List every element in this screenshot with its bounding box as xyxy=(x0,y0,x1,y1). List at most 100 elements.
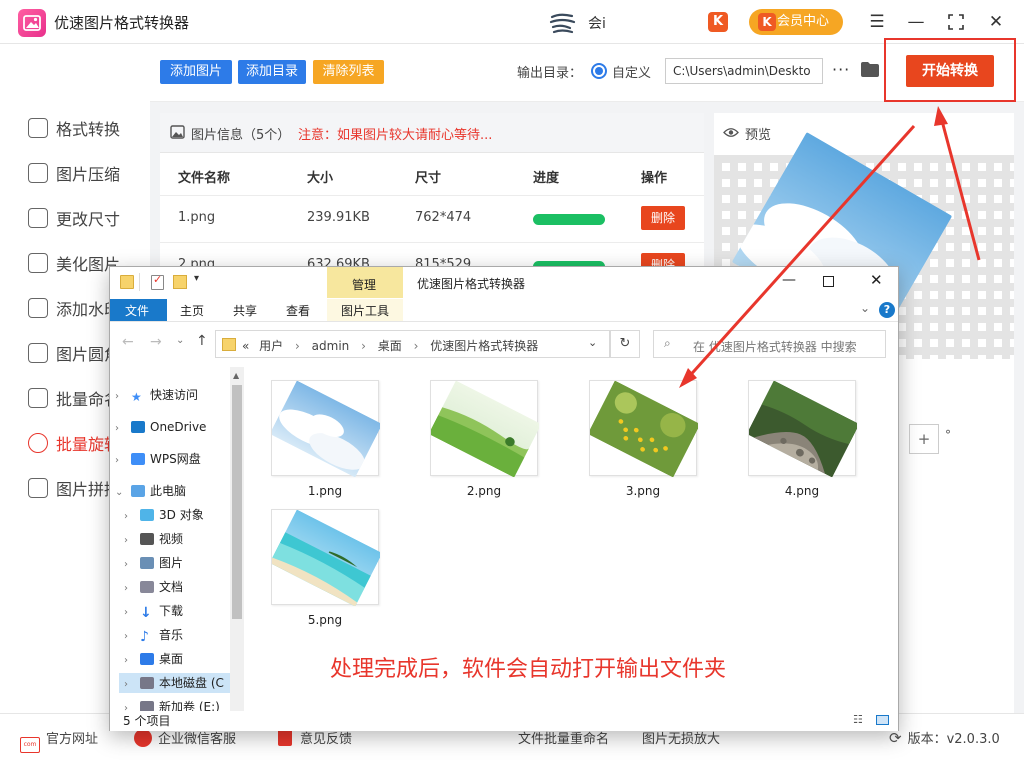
explorer-minimize-icon[interactable]: — xyxy=(782,272,796,288)
sidebar-item-8[interactable]: 批量旋转 xyxy=(28,431,120,455)
ribbon-tab-view[interactable]: 查看 xyxy=(286,302,310,319)
sidebar-item-label: 格式转换 xyxy=(56,120,121,139)
add-image-button[interactable]: 添加图片 xyxy=(160,60,232,84)
chevron-down-icon[interactable]: ⌄ xyxy=(115,483,125,503)
nav-item-label: 本地磁盘 (C xyxy=(159,676,224,690)
properties-icon[interactable]: ✓ xyxy=(151,273,164,290)
nav-scrollbar[interactable]: ▲ xyxy=(230,367,244,711)
maximize-icon[interactable] xyxy=(945,11,967,33)
resize-icon xyxy=(28,208,48,228)
nav-item-9[interactable]: › ↓ 下载 xyxy=(124,601,183,621)
breadcrumb-item[interactable]: 优速图片格式转换器 xyxy=(430,339,538,353)
update-icon[interactable]: ⟳ xyxy=(889,729,902,747)
chevron-right-icon[interactable]: › xyxy=(124,507,134,527)
start-convert-button[interactable]: 开始转换 xyxy=(906,55,994,87)
feedback-label: 意见反馈 xyxy=(300,732,353,747)
sidebar-item-2[interactable]: 图片压缩 xyxy=(28,161,120,185)
row-1-delete-button[interactable]: 删除 xyxy=(641,206,685,230)
sidebar-item-4[interactable]: 美化图片 xyxy=(28,251,120,275)
chevron-right-icon[interactable]: › xyxy=(115,451,125,471)
help-icon[interactable]: ? xyxy=(879,302,895,318)
explorer-maximize-icon[interactable] xyxy=(823,276,834,287)
quick-access-dropdown-icon[interactable]: ▾ xyxy=(194,273,199,284)
nav-item-6[interactable]: › 视频 xyxy=(124,529,183,549)
chevron-right-icon[interactable]: › xyxy=(124,651,134,671)
member-center-button[interactable]: K 会员中心 xyxy=(749,9,843,35)
nav-item-5[interactable]: › 3D 对象 xyxy=(124,505,204,525)
nav-item-8[interactable]: › 文档 xyxy=(124,577,183,597)
user-avatar[interactable] xyxy=(548,11,582,35)
watermark-icon xyxy=(28,298,48,318)
nav-item-12[interactable]: › 本地磁盘 (C xyxy=(119,673,230,693)
menu-icon[interactable]: ☰ xyxy=(866,11,888,33)
forward-icon[interactable]: → xyxy=(150,334,162,350)
file-thumbnail-3[interactable] xyxy=(589,380,698,477)
nav-scrollbar-thumb[interactable] xyxy=(232,385,242,619)
close-icon[interactable]: ✕ xyxy=(985,11,1007,33)
nav-item-11[interactable]: › 桌面 xyxy=(124,649,183,669)
add-folder-button[interactable]: 添加目录 xyxy=(238,60,306,84)
breadcrumb-item[interactable]: 桌面 xyxy=(378,339,402,353)
sidebar-item-6[interactable]: 图片圆角 xyxy=(28,341,120,365)
recent-locations-icon[interactable]: ⌄ xyxy=(176,335,184,346)
chevron-right-icon[interactable]: › xyxy=(124,579,134,599)
sidebar-item-3[interactable]: 更改尺寸 xyxy=(28,206,120,230)
sidebar-item-5[interactable]: 添加水印 xyxy=(28,296,120,320)
large-icons-view-icon[interactable] xyxy=(876,715,889,725)
minimize-icon[interactable]: — xyxy=(905,11,927,33)
chevron-right-icon[interactable]: › xyxy=(115,387,125,407)
file-thumbnail-5[interactable] xyxy=(271,509,380,606)
vip-badge-icon[interactable]: K xyxy=(708,12,728,32)
nav-item-label: 下载 xyxy=(159,604,184,618)
file-name[interactable]: 2.png xyxy=(430,484,538,498)
ribbon-tab-picture-tools[interactable]: 图片工具 xyxy=(341,302,389,319)
file-name[interactable]: 3.png xyxy=(589,484,697,498)
nav-item-4[interactable]: ⌄ 此电脑 xyxy=(115,481,186,501)
chevron-right-icon[interactable]: › xyxy=(124,555,134,575)
chevron-right-icon[interactable]: › xyxy=(115,419,125,439)
rotate-increment-button[interactable]: + xyxy=(909,424,939,454)
breadcrumb-item[interactable]: admin xyxy=(312,339,350,353)
ribbon-expand-icon[interactable]: ⌄ xyxy=(860,301,870,315)
explorer-close-icon[interactable]: ✕ xyxy=(870,271,883,289)
file-thumbnail-1[interactable] xyxy=(271,380,380,477)
row-1-size: 239.91KB xyxy=(307,210,370,225)
refresh-icon[interactable]: ↻ xyxy=(610,330,640,358)
chevron-right-icon[interactable]: › xyxy=(124,627,134,647)
clear-list-button[interactable]: 清除列表 xyxy=(313,60,384,84)
file-thumbnail-4[interactable] xyxy=(748,380,857,477)
address-bar[interactable]: « 用户 › admin › 桌面 › 优速图片格式转换器 ⌄ xyxy=(215,330,610,358)
chevron-right-icon[interactable]: › xyxy=(124,531,134,551)
chevron-right-icon[interactable]: › xyxy=(124,675,134,695)
open-folder-icon[interactable] xyxy=(860,61,880,78)
address-dropdown-icon[interactable]: ⌄ xyxy=(588,336,597,349)
col-header-name: 文件名称 xyxy=(178,171,231,186)
up-icon[interactable]: ↑ xyxy=(196,333,208,349)
file-name[interactable]: 4.png xyxy=(748,484,856,498)
website-link[interactable]: com 官方网址 xyxy=(20,728,98,753)
ribbon-tab-home[interactable]: 主页 xyxy=(180,302,204,319)
sidebar-item-7[interactable]: 批量命名 xyxy=(28,386,120,410)
ribbon-tab-share[interactable]: 共享 xyxy=(233,302,257,319)
nav-item-2[interactable]: › OneDrive xyxy=(115,417,206,437)
col-header-progress: 进度 xyxy=(533,171,560,186)
nav-item-7[interactable]: › 图片 xyxy=(124,553,183,573)
new-folder-icon[interactable] xyxy=(173,275,187,289)
more-options-button[interactable]: ··· xyxy=(832,60,850,79)
custom-dir-radio[interactable] xyxy=(591,63,607,79)
sidebar-item-1[interactable]: 格式转换 xyxy=(28,116,120,140)
breadcrumb-overflow[interactable]: « xyxy=(242,339,249,353)
chevron-right-icon[interactable]: › xyxy=(124,603,134,623)
details-view-icon[interactable]: ☷ xyxy=(853,713,863,726)
file-thumbnail-2[interactable] xyxy=(430,380,539,477)
nav-item-10[interactable]: › ♪ 音乐 xyxy=(124,625,183,645)
search-box[interactable]: ⌕ 在 优速图片格式转换器 中搜索 xyxy=(653,330,886,358)
breadcrumb-item[interactable]: 用户 xyxy=(259,339,283,353)
file-name[interactable]: 1.png xyxy=(271,484,379,498)
output-path-input[interactable]: C:\Users\admin\Deskto xyxy=(665,58,823,84)
file-name[interactable]: 5.png xyxy=(271,613,379,627)
nav-item-1[interactable]: › ★ 快速访问 xyxy=(115,385,198,405)
nav-item-3[interactable]: › WPS网盘 xyxy=(115,449,201,469)
back-icon[interactable]: ← xyxy=(122,334,134,350)
sidebar-item-9[interactable]: 图片拼接 xyxy=(28,476,120,500)
